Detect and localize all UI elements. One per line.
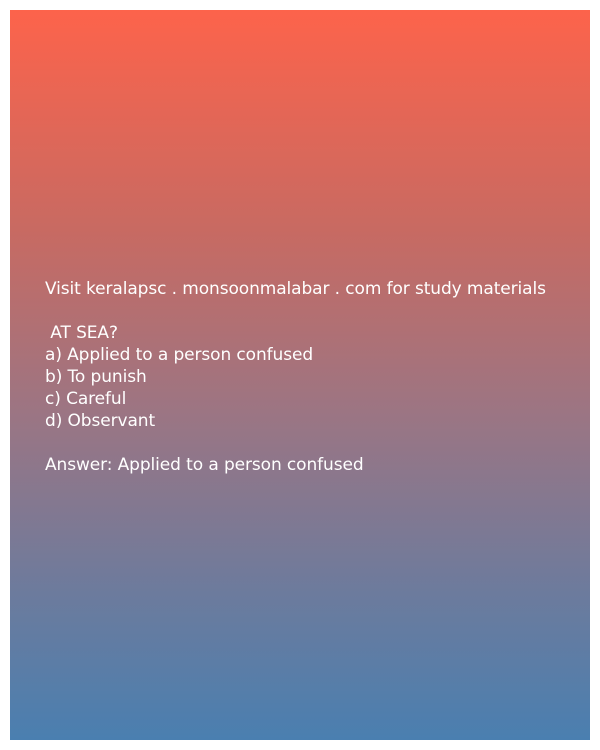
answer-text: Answer: Applied to a person confused [45, 455, 364, 475]
option-d: d) Observant [45, 411, 156, 431]
question-card: Visit keralapsc . monsoonmalabar . com f… [10, 10, 590, 740]
option-c: c) Careful [45, 389, 127, 409]
promo-text: Visit keralapsc . monsoonmalabar . com f… [45, 279, 546, 299]
question-text-block: Visit keralapsc . monsoonmalabar . com f… [45, 278, 585, 476]
option-a: a) Applied to a person confused [45, 345, 314, 365]
question-text: AT SEA? [45, 323, 118, 343]
option-b: b) To punish [45, 367, 147, 387]
